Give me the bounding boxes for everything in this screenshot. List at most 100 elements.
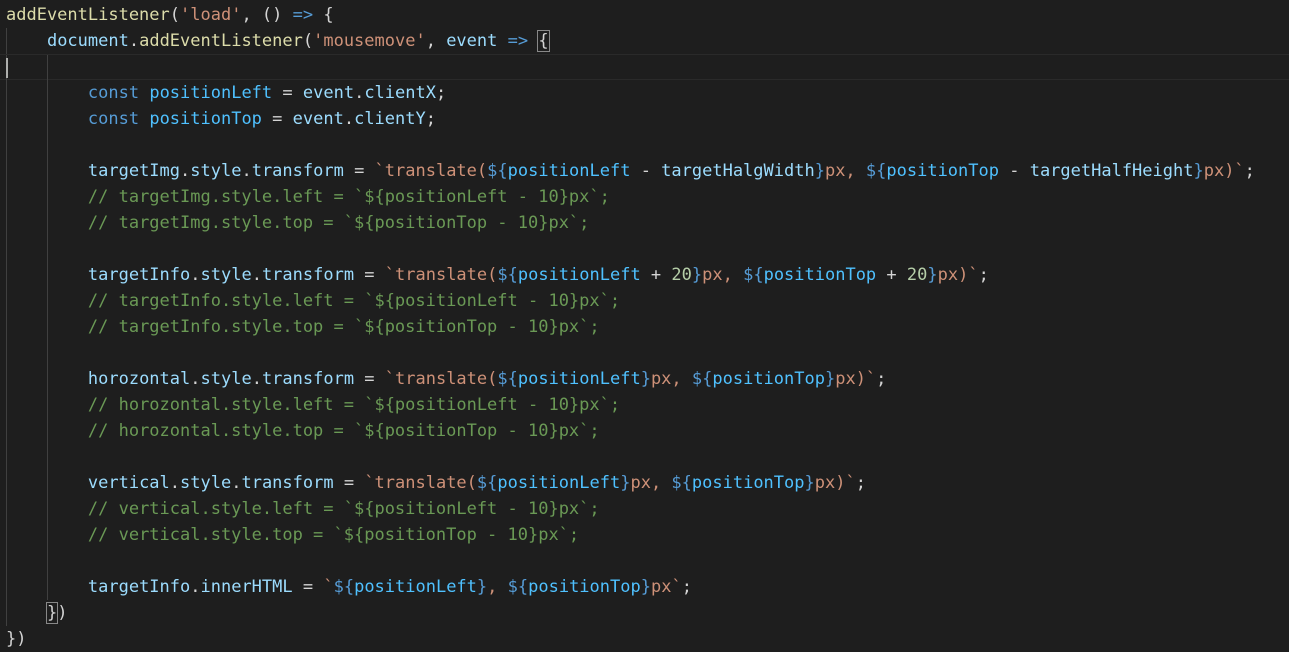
- code-line[interactable]: // horozontal.style.left = `${positionLe…: [0, 392, 1289, 418]
- code-line[interactable]: horozontal.style.transform = `translate(…: [0, 366, 1289, 392]
- code-text: }): [6, 600, 67, 626]
- code-line[interactable]: // targetInfo.style.top = `${positionTop…: [0, 314, 1289, 340]
- code-text: const positionTop = event.clientY;: [6, 106, 436, 132]
- token-pun: ;: [876, 369, 887, 389]
- token-pun: [6, 577, 88, 597]
- code-line[interactable]: targetImg.style.transform = `translate($…: [0, 158, 1289, 184]
- token-pun: .: [354, 83, 365, 103]
- token-str: px`: [650, 577, 682, 597]
- token-kw: }: [640, 577, 651, 597]
- code-line[interactable]: // targetInfo.style.left = `${positionLe…: [0, 288, 1289, 314]
- token-pun: [6, 603, 47, 623]
- token-pun: [6, 291, 88, 311]
- token-kw: ${: [497, 369, 518, 389]
- code-line[interactable]: // vertical.style.top = `${positionTop -…: [0, 522, 1289, 548]
- token-pun: (: [169, 5, 181, 25]
- code-line[interactable]: // targetImg.style.top = `${positionTop …: [0, 210, 1289, 236]
- indent-guide: [6, 548, 7, 574]
- code-text: // vertical.style.top = `${positionTop -…: [6, 522, 579, 548]
- token-var: horozontal: [87, 369, 191, 389]
- indent-guide: [47, 340, 48, 366]
- code-line[interactable]: [0, 548, 1289, 574]
- indent-guide: [47, 132, 48, 158]
- token-var: transform: [261, 265, 355, 285]
- token-pun: [6, 473, 88, 493]
- token-pun: .: [128, 31, 140, 51]
- token-str: ,: [487, 577, 508, 597]
- token-pun: =: [272, 83, 303, 103]
- code-line[interactable]: // vertical.style.left = `${positionLeft…: [0, 496, 1289, 522]
- code-line[interactable]: // targetImg.style.left = `${positionLef…: [0, 184, 1289, 210]
- token-pun: .: [169, 473, 181, 493]
- token-str: `: [323, 577, 334, 597]
- token-str: 'mousemove': [313, 31, 426, 51]
- token-pun: [139, 109, 149, 129]
- token-pun: [6, 213, 88, 233]
- token-var: innerHTML: [200, 577, 293, 597]
- code-line[interactable]: }): [0, 626, 1289, 652]
- token-pun: [497, 31, 507, 51]
- token-var: clientX: [364, 83, 436, 103]
- token-const: positionLeft: [354, 577, 477, 597]
- token-pun: =: [343, 161, 375, 181]
- indent-guide: [47, 236, 48, 262]
- token-str: px)`: [835, 369, 877, 389]
- token-pun: ,: [425, 31, 447, 51]
- token-var: style: [190, 161, 242, 181]
- token-cmt: // horozontal.style.left = `${positionLe…: [87, 395, 621, 415]
- token-pun: =: [292, 577, 324, 597]
- token-num: 20: [671, 265, 692, 285]
- token-var: event: [292, 109, 344, 129]
- indent-guide: [6, 132, 7, 158]
- code-line[interactable]: vertical.style.transform = `translate(${…: [0, 470, 1289, 496]
- code-line[interactable]: const positionTop = event.clientY;: [0, 106, 1289, 132]
- code-text: // targetInfo.style.top = `${positionTop…: [6, 314, 600, 340]
- token-var: targetInfo: [87, 577, 191, 597]
- token-kw: }: [691, 265, 703, 285]
- token-kw: ${: [691, 369, 713, 389]
- token-pun: [6, 109, 88, 129]
- code-line[interactable]: targetInfo.style.transform = `translate(…: [0, 262, 1289, 288]
- code-line[interactable]: [0, 340, 1289, 366]
- token-kw: const: [87, 109, 140, 129]
- code-line[interactable]: [0, 444, 1289, 470]
- token-pun: .: [241, 161, 252, 181]
- token-cmt: // targetInfo.style.top = `${positionTop…: [87, 317, 600, 337]
- token-kw: ${: [507, 577, 529, 597]
- code-line[interactable]: [0, 54, 1289, 81]
- token-const: positionTop: [149, 109, 262, 129]
- token-var: vertical: [87, 473, 170, 493]
- token-fn: addEventListener: [139, 31, 303, 51]
- code-line[interactable]: [0, 132, 1289, 158]
- token-str: `translate(: [374, 161, 488, 181]
- token-var: targetHalgWidth: [661, 161, 815, 181]
- token-pun: =: [333, 473, 365, 493]
- token-var: event: [446, 31, 498, 51]
- token-kw: const: [87, 83, 140, 103]
- token-const: positionTop: [528, 577, 641, 597]
- code-line[interactable]: [0, 236, 1289, 262]
- token-pun: [6, 31, 47, 51]
- code-line[interactable]: targetInfo.innerHTML = ` ${ positionLeft},…: [0, 574, 1289, 600]
- token-kw: }: [804, 473, 815, 493]
- code-line[interactable]: document.addEventListener('mousemove', e…: [0, 28, 1289, 54]
- token-const: positionLeft: [517, 265, 641, 285]
- token-str: px,: [824, 161, 866, 181]
- code-line[interactable]: addEventListener('load', () => {: [0, 2, 1289, 28]
- token-var: document: [46, 31, 129, 51]
- code-line[interactable]: // horozontal.style.top = `${positionTop…: [0, 418, 1289, 444]
- token-pun: ;: [1244, 161, 1255, 181]
- token-kw: ${: [476, 473, 498, 493]
- indent-guide: [47, 548, 48, 574]
- code-line[interactable]: }): [0, 600, 1289, 626]
- token-kw: ${: [743, 265, 764, 285]
- token-pun: .: [190, 265, 201, 285]
- code-line[interactable]: const positionLeft = event.clientX;: [0, 80, 1289, 106]
- token-pun: .: [190, 577, 201, 597]
- code-editor[interactable]: addEventListener('load', () => { documen…: [0, 0, 1289, 649]
- token-pun: [139, 83, 149, 103]
- indent-guide: [47, 444, 48, 470]
- token-str: px,: [630, 473, 672, 493]
- token-pun: ): [57, 603, 68, 623]
- token-var: style: [180, 473, 232, 493]
